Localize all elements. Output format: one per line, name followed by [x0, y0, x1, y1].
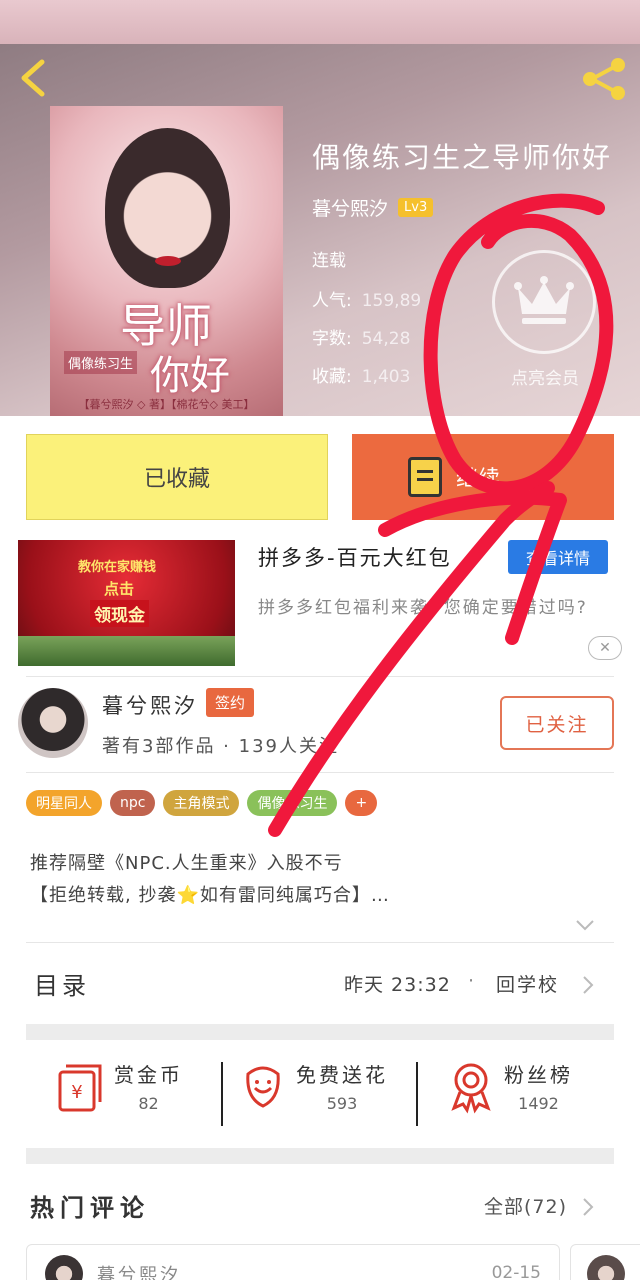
reward-label: 免费送花 — [296, 1063, 388, 1087]
ad-close-button[interactable]: ✕ — [588, 636, 622, 660]
ad-title[interactable]: 拼多多-百元大红包 — [258, 542, 452, 572]
collected-button[interactable]: 已收藏 — [26, 434, 328, 520]
share-button[interactable] — [580, 56, 630, 102]
toc-update-time: 昨天 23:32 — [344, 974, 451, 996]
tag-item[interactable]: 偶像练习生 — [247, 790, 338, 816]
ad-image-text-2: 点击 — [104, 580, 135, 598]
intro-line: 推荐隔壁《NPC.人生重来》入股不亏 — [30, 853, 343, 874]
reward-label: 赏金币 — [114, 1063, 183, 1087]
reward-coins-button[interactable]: ¥ 赏金币 82 — [56, 1058, 183, 1114]
author-name[interactable]: 暮兮熙汐 — [312, 194, 388, 221]
continue-reading-label: 继续 — [456, 467, 501, 492]
vip-label[interactable]: 点亮会员 — [485, 364, 605, 389]
chevron-down-icon — [576, 920, 594, 931]
author-row[interactable]: 暮兮熙汐 Lv3 — [312, 194, 434, 221]
back-button[interactable] — [14, 58, 54, 98]
status-area — [0, 0, 640, 44]
continue-reading-button[interactable]: 继续 — [352, 434, 614, 520]
coin-envelope-icon: ¥ — [58, 1064, 102, 1112]
avatar[interactable] — [18, 688, 88, 758]
book-title: 偶像练习生之导师你好 — [312, 141, 613, 174]
chevron-right-icon — [583, 1198, 594, 1216]
divider — [416, 1062, 418, 1126]
avatar[interactable] — [45, 1255, 83, 1280]
ad-image-text-3: 领现金 — [90, 600, 149, 627]
comment-date: 02-15 — [491, 1263, 541, 1280]
reward-count: 82 — [138, 1094, 159, 1113]
ad-image[interactable]: 教你在家赚钱 点击 领现金 — [18, 540, 235, 666]
expand-intro-button[interactable] — [574, 914, 596, 936]
ad-image-text-1: 教你在家赚钱 — [78, 560, 157, 575]
book-icon — [408, 457, 442, 497]
add-tag-button[interactable]: + — [345, 790, 378, 816]
toc-label[interactable]: 目录 — [34, 966, 90, 1001]
share-icon — [583, 58, 625, 100]
tag-item[interactable]: 主角模式 — [163, 790, 240, 816]
cover-title-line2: 你好 — [150, 353, 230, 399]
tag-item[interactable]: npc — [110, 790, 156, 816]
ad-description[interactable]: 拼多多红包福利来袭, 您确定要错过吗? — [258, 594, 608, 622]
divider — [26, 772, 614, 773]
signed-badge: 签约 — [206, 688, 255, 717]
latest-chapter-link[interactable]: 回学校 — [496, 970, 559, 997]
favorites-row: 收藏: 1,403 — [312, 362, 410, 387]
hot-comments-title: 热门评论 — [30, 1194, 150, 1222]
book-cover[interactable]: 偶像练习生 导师 你好 【暮兮熙汐 ◇ 著】【棉花兮◇ 美工】 — [50, 106, 283, 416]
tag-item[interactable]: 明星同人 — [26, 790, 102, 816]
level-badge: Lv3 — [398, 198, 434, 217]
book-header: 偶像练习生 导师 你好 【暮兮熙汐 ◇ 著】【棉花兮◇ 美工】 偶像练习生之导师… — [0, 44, 640, 416]
ad-image-scenery — [18, 636, 235, 666]
toc-arrow[interactable] — [580, 974, 596, 996]
comment-card[interactable]: 暮兮熙汐 02-15 — [26, 1244, 560, 1280]
vip-button[interactable] — [492, 250, 596, 354]
all-comments-arrow[interactable] — [580, 1196, 596, 1218]
reward-label: 粉丝榜 — [504, 1063, 573, 1087]
chevron-left-icon — [21, 59, 45, 97]
cover-title-line1: 导师 — [120, 299, 212, 353]
writer-name[interactable]: 暮兮熙汐 — [102, 690, 198, 720]
section-separator — [26, 1148, 614, 1164]
cover-title: 导师 你好 — [120, 301, 230, 401]
svg-text:¥: ¥ — [71, 1082, 82, 1103]
comment-card[interactable] — [570, 1244, 640, 1280]
fan-ranking-button[interactable]: 粉丝榜 1492 — [448, 1058, 573, 1114]
word-count-label: 字数: — [312, 329, 352, 349]
divider — [26, 676, 614, 677]
cover-portrait-detail — [155, 256, 181, 266]
popularity-label: 人气: — [312, 291, 352, 311]
avatar[interactable] — [587, 1255, 625, 1280]
tag-list: 明星同人 npc 主角模式 偶像练习生 + — [26, 790, 378, 816]
ad-details-button[interactable]: 查看详情 — [508, 540, 608, 574]
word-count-value: 54,28 — [361, 329, 411, 349]
favorites-label: 收藏: — [312, 367, 352, 387]
favorites-value: 1,403 — [361, 367, 411, 387]
section-separator — [26, 1024, 614, 1040]
follow-button[interactable]: 已关注 — [500, 696, 614, 750]
chevron-right-icon — [583, 976, 594, 994]
divider — [26, 942, 614, 943]
book-intro[interactable]: 推荐隔壁《NPC.人生重来》入股不亏 【拒绝转载, 抄袭⭐如有雷同纯属巧合】… — [30, 848, 590, 912]
flower-icon — [246, 1066, 280, 1108]
popularity-value: 159,89 — [361, 291, 422, 311]
intro-line: 【拒绝转载, 抄袭⭐如有雷同纯属巧合】… — [30, 885, 390, 906]
toc-separator: · — [468, 970, 475, 992]
book-status: 连载 — [312, 251, 346, 271]
send-flower-button[interactable]: 免费送花 593 — [240, 1058, 388, 1114]
cover-caption: 【暮兮熙汐 ◇ 著】【棉花兮◇ 美工】 — [78, 398, 255, 411]
reward-count: 1492 — [518, 1094, 559, 1113]
popularity-row: 人气: 159,89 — [312, 286, 421, 311]
crown-icon — [514, 276, 574, 324]
medal-icon — [451, 1063, 491, 1114]
word-count-row: 字数: 54,28 — [312, 324, 410, 349]
divider — [221, 1062, 223, 1126]
reward-count: 593 — [326, 1094, 358, 1113]
writer-stats: 著有3部作品 · 139人关注 — [102, 736, 339, 757]
all-comments-link[interactable]: 全部(72) — [484, 1192, 567, 1219]
comment-author[interactable]: 暮兮熙汐 — [97, 1261, 181, 1280]
